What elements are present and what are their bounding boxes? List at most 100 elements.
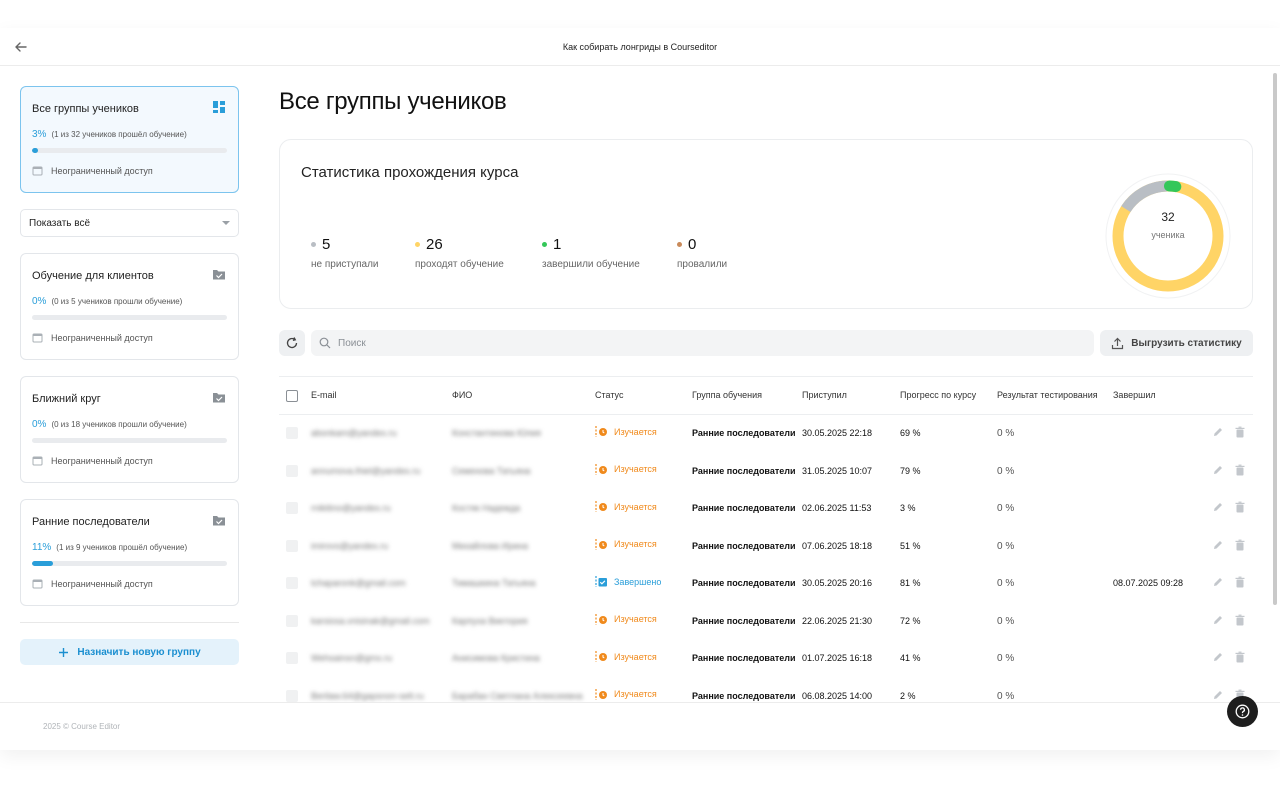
col-progress[interactable]: Прогресс по курсу xyxy=(900,390,976,400)
export-stats-label: Выгрузить статистику xyxy=(1131,337,1242,349)
export-stats-button[interactable]: Выгрузить статистику xyxy=(1100,330,1253,356)
table-row[interactable]: rnikitino@yandex.ru Костяк Надежда Изучает… xyxy=(279,490,1253,528)
group-title: Ранние последователи xyxy=(32,516,150,528)
edit-icon[interactable] xyxy=(1212,651,1224,663)
table-row[interactable]: abonkam@yandex.ru Константинова Юлия Изуча… xyxy=(279,415,1253,453)
edit-icon[interactable] xyxy=(1212,464,1224,476)
row-checkbox[interactable] xyxy=(286,614,298,627)
table-row[interactable]: tchaparonk@gmail.com Тимашкина Татьяна Зав… xyxy=(279,565,1253,603)
student-name: Карпуха Виктория xyxy=(452,615,528,626)
row-checkbox[interactable] xyxy=(286,464,298,477)
top-bar: Как собирать лонгриды в Courseditor xyxy=(0,28,1280,66)
student-email: karsiosa.vnisinak@gmail.com xyxy=(311,615,430,626)
donut-total: 32 xyxy=(1161,210,1175,224)
status-label: Изучается xyxy=(614,614,657,624)
clock-icon xyxy=(595,426,607,437)
refresh-button[interactable] xyxy=(279,330,305,356)
back-arrow-icon[interactable] xyxy=(12,38,30,56)
student-email: Berilaw.64@gapsnon-selt.ru xyxy=(311,690,424,701)
course-progress: 69 % xyxy=(900,428,921,438)
trash-icon[interactable] xyxy=(1234,426,1246,438)
group-card[interactable]: Ранние последователи 11% (1 из 9 ученико… xyxy=(20,499,239,606)
edit-icon[interactable] xyxy=(1212,539,1224,551)
trash-icon[interactable] xyxy=(1234,576,1246,588)
group-title: Ближний круг xyxy=(32,393,101,405)
clock-icon xyxy=(595,613,607,625)
table-row[interactable]: annumova.lhiel@yandex.ru Семенова Татьяна… xyxy=(279,453,1253,491)
test-result: 0 % xyxy=(997,540,1015,552)
row-checkbox[interactable] xyxy=(286,577,298,589)
stats-title: Статистика прохождения курса xyxy=(301,164,519,181)
student-email: tchaparonk@gmail.com xyxy=(311,578,406,588)
started-date: 31.05.2025 10:07 xyxy=(802,465,873,476)
edit-icon[interactable] xyxy=(1212,614,1224,626)
col-finished[interactable]: Завершил xyxy=(1113,390,1156,400)
folder-check-icon xyxy=(213,393,225,403)
trash-icon[interactable] xyxy=(1234,464,1246,476)
clock-icon xyxy=(595,463,607,475)
status-badge: Изучается xyxy=(595,463,657,476)
row-checkbox[interactable] xyxy=(286,502,298,514)
calendar-icon xyxy=(32,456,43,466)
course-progress: 41 % xyxy=(900,653,921,663)
col-result[interactable]: Результат тестирования xyxy=(997,390,1098,400)
calendar-icon xyxy=(32,166,43,176)
group-progress-note: (0 из 5 учеников прошли обучение) xyxy=(51,297,183,306)
student-name: Барабан Светлана Алексеевна xyxy=(452,690,583,701)
help-button[interactable] xyxy=(1227,696,1258,727)
col-status[interactable]: Статус xyxy=(595,390,623,400)
group-card[interactable]: Ближний круг 0% (0 из 18 учеников прошли… xyxy=(20,376,239,483)
student-group: Ранние последователи xyxy=(692,428,796,438)
col-group[interactable]: Группа обучения xyxy=(692,390,762,400)
students-table: E-mail ФИО Статус Группа обучения Присту… xyxy=(279,376,1253,715)
course-progress: 81 % xyxy=(900,578,921,588)
filter-dropdown[interactable]: Показать всё xyxy=(20,209,239,237)
row-checkbox[interactable] xyxy=(286,539,298,552)
group-title: Все группы учеников xyxy=(32,103,139,115)
edit-icon[interactable] xyxy=(1212,501,1224,513)
stat-value: 26 xyxy=(426,236,443,253)
group-percent: 0% xyxy=(32,296,47,307)
scrollbar[interactable] xyxy=(1273,73,1277,605)
group-card[interactable]: Обучение для клиентов 0% (0 из 5 ученико… xyxy=(20,253,239,360)
student-name: Тимашкина Татьяна xyxy=(452,578,536,588)
student-name: Анисимова Кристина xyxy=(452,653,540,663)
clock-icon xyxy=(595,501,607,512)
search-input[interactable] xyxy=(338,337,1038,349)
status-badge: Изучается xyxy=(595,650,657,663)
student-name: Михайлова Ирина xyxy=(452,540,528,551)
student-name: Константинова Юлия xyxy=(452,428,541,438)
app-window: Как собирать лонгриды в Courseditor Все … xyxy=(0,28,1280,750)
trash-icon[interactable] xyxy=(1234,501,1246,513)
calendar-icon xyxy=(32,579,43,589)
col-email[interactable]: E-mail xyxy=(311,390,337,400)
table-row[interactable]: karsiosa.vnisinak@gmail.com Карпуха Викто… xyxy=(279,603,1253,641)
edit-icon[interactable] xyxy=(1212,689,1224,701)
row-checkbox[interactable] xyxy=(286,427,298,439)
status-dot xyxy=(677,242,682,247)
trash-icon[interactable] xyxy=(1234,651,1246,663)
table-row[interactable]: imirovs@yandex.ru Михайлова Ирина Изучаетс… xyxy=(279,528,1253,566)
table-row[interactable]: Wehsainsn@gmx.ru Анисимова Кристина Изучае… xyxy=(279,640,1253,678)
started-date: 06.08.2025 14:00 xyxy=(802,690,873,701)
edit-icon[interactable] xyxy=(1212,426,1224,438)
student-group: Ранние последователи xyxy=(692,503,796,513)
assign-group-button[interactable]: Назначить новую группу xyxy=(20,639,239,665)
row-checkbox[interactable] xyxy=(286,652,298,664)
row-checkbox[interactable] xyxy=(286,689,298,702)
student-email: Wehsainsn@gmx.ru xyxy=(311,653,392,663)
group-card-all[interactable]: Все группы учеников 3% (1 из 32 учеников… xyxy=(20,86,239,193)
status-badge: Изучается xyxy=(595,538,657,551)
started-date: 02.06.2025 11:53 xyxy=(802,503,872,513)
edit-icon[interactable] xyxy=(1212,576,1224,588)
stat-completed: 1 завершили обучение xyxy=(542,236,640,270)
group-progress-bar xyxy=(32,148,227,153)
col-started[interactable]: Приступил xyxy=(802,390,847,400)
clock-icon xyxy=(595,538,607,550)
group-title: Обучение для клиентов xyxy=(32,270,154,282)
donut-completed-segment xyxy=(1163,180,1182,193)
trash-icon[interactable] xyxy=(1234,614,1246,626)
col-name[interactable]: ФИО xyxy=(452,390,472,400)
trash-icon[interactable] xyxy=(1234,539,1246,551)
select-all-checkbox[interactable] xyxy=(286,390,298,402)
